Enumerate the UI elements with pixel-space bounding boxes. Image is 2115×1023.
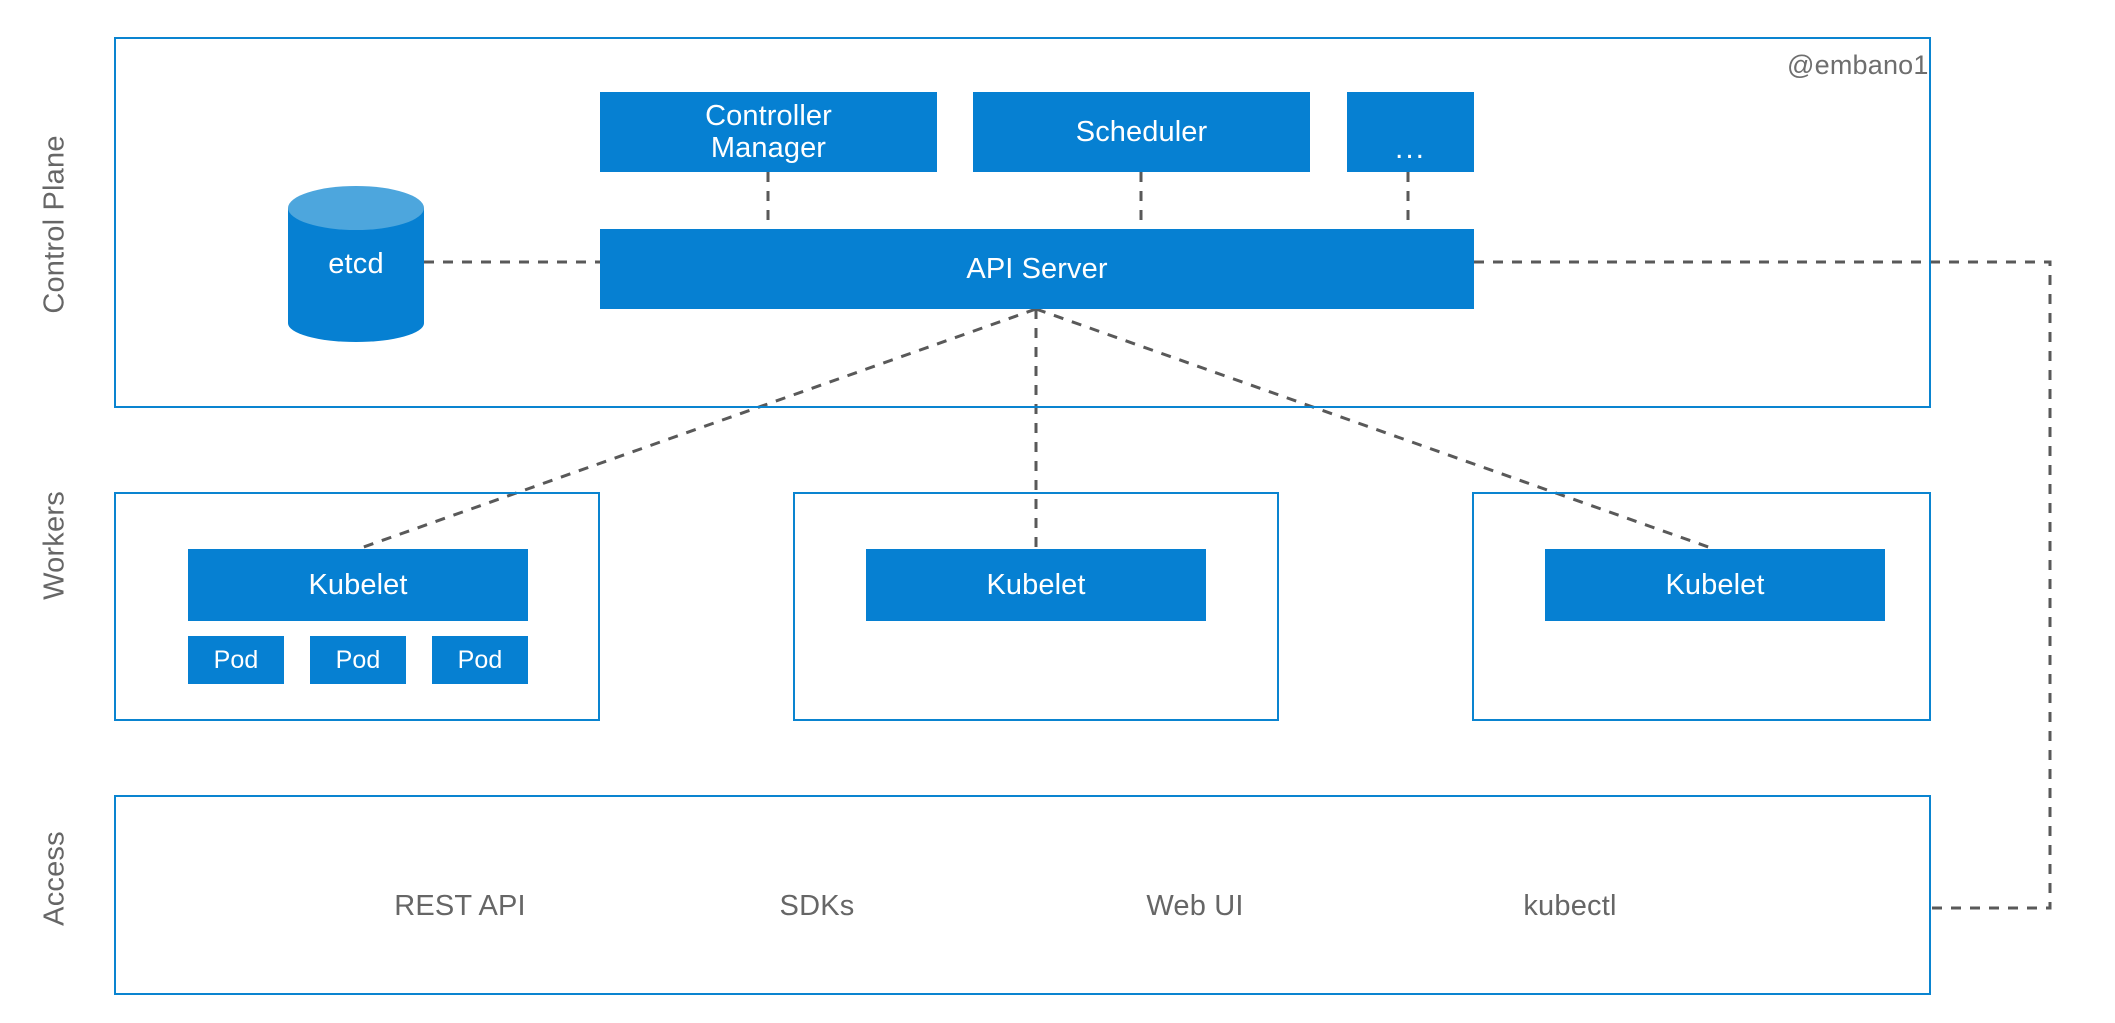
- row-label-workers: Workers: [38, 491, 71, 600]
- controller-manager-label-line1: Controller: [705, 99, 832, 132]
- worker-node-2-kubelet-label: Kubelet: [986, 568, 1086, 601]
- etcd-label: etcd: [328, 247, 384, 280]
- scheduler-box[interactable]: Scheduler: [973, 92, 1310, 172]
- pod-label: Pod: [335, 646, 381, 674]
- access-item-web-ui[interactable]: Web UI: [1100, 890, 1290, 923]
- api-server-label: API Server: [966, 252, 1108, 285]
- etcd-datastore[interactable]: etcd: [288, 186, 424, 342]
- pod-label: Pod: [213, 646, 259, 674]
- watermark-handle: @embano1: [1787, 50, 1929, 80]
- worker-node-2-kubelet-box[interactable]: Kubelet: [866, 549, 1206, 621]
- controller-manager-label-line2: Manager: [710, 132, 827, 164]
- row-label-control-plane: Control Plane: [38, 135, 71, 314]
- api-server-box[interactable]: API Server: [600, 229, 1474, 309]
- worker-node-1-pod-1[interactable]: Pod: [188, 636, 284, 684]
- access-item-sdks[interactable]: SDKs: [727, 890, 907, 923]
- access-item-kubectl[interactable]: kubectl: [1470, 890, 1670, 923]
- pod-label: Pod: [457, 646, 503, 674]
- diagram-canvas: Control Plane Workers Access @embano1 et…: [0, 0, 2115, 1023]
- worker-node-1-kubelet-box[interactable]: Kubelet: [188, 549, 528, 621]
- more-components-box[interactable]: ...: [1347, 92, 1474, 172]
- access-item-rest-api[interactable]: REST API: [350, 890, 570, 923]
- row-label-access: Access: [38, 831, 71, 926]
- controller-manager-box[interactable]: Controller Manager: [600, 92, 937, 172]
- more-components-label: ...: [1394, 132, 1426, 166]
- worker-node-1-pod-3[interactable]: Pod: [432, 636, 528, 684]
- scheduler-label: Scheduler: [1075, 115, 1208, 148]
- worker-node-3-kubelet-label: Kubelet: [1665, 568, 1765, 601]
- worker-node-3-kubelet-box[interactable]: Kubelet: [1545, 549, 1885, 621]
- worker-node-1-pod-2[interactable]: Pod: [310, 636, 406, 684]
- worker-node-1-kubelet-label: Kubelet: [308, 568, 408, 601]
